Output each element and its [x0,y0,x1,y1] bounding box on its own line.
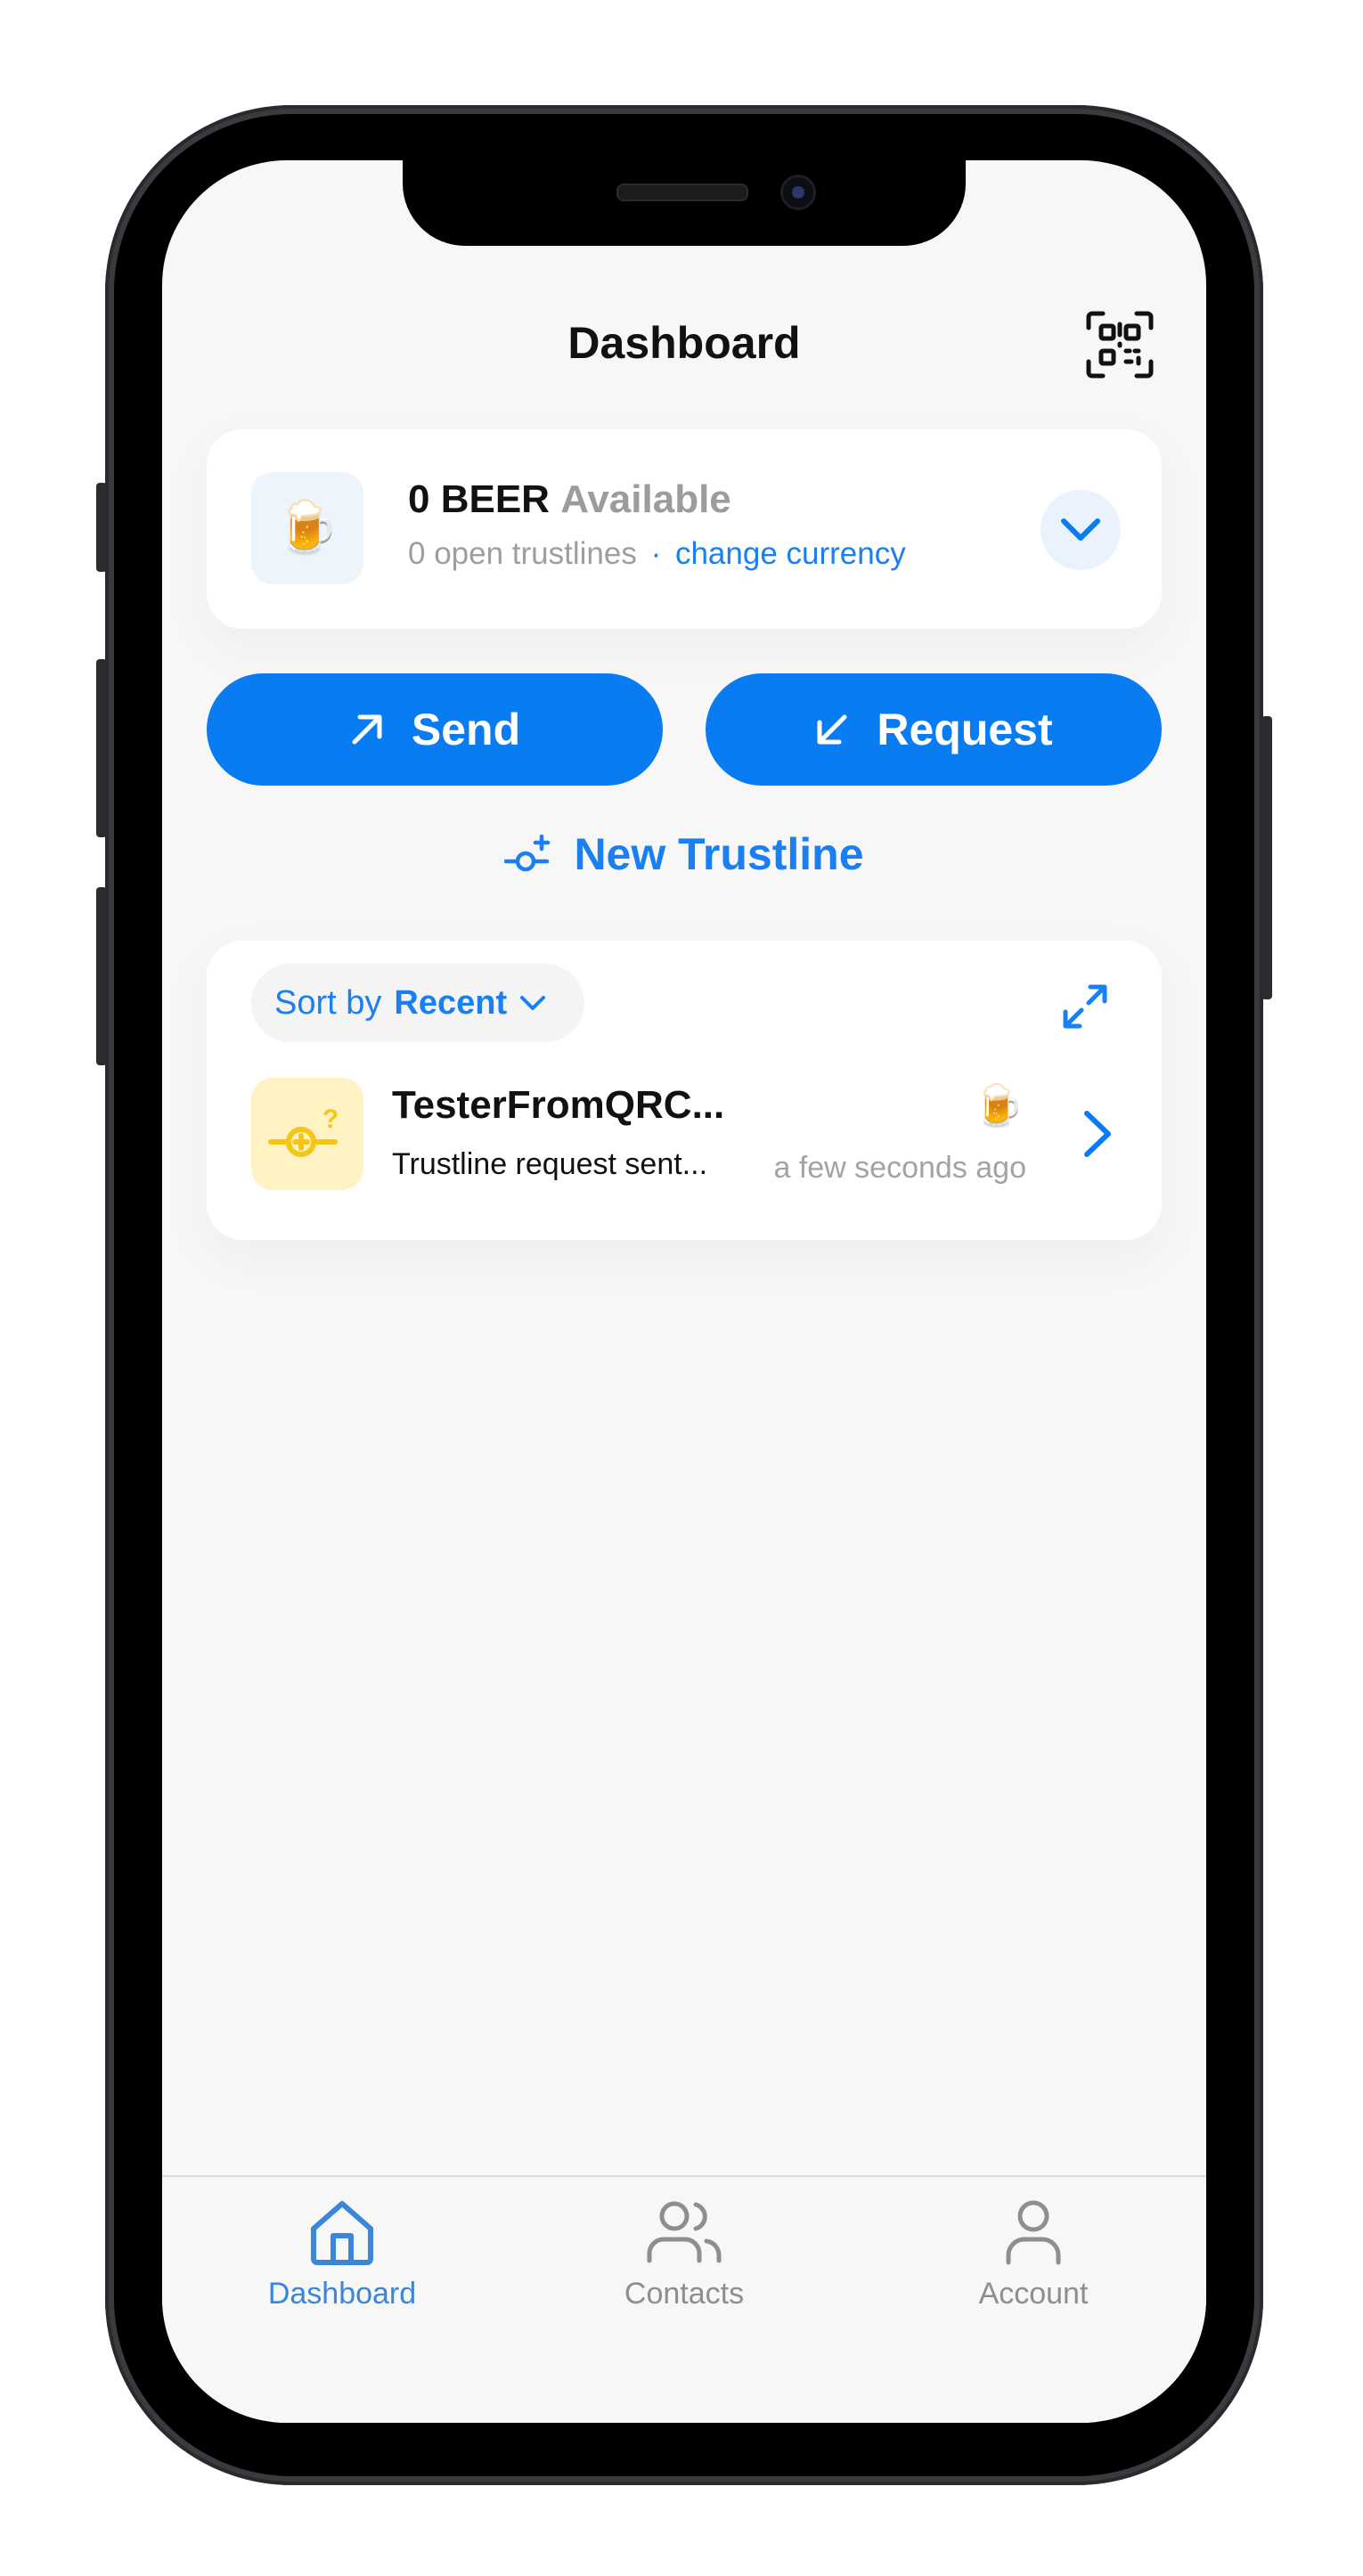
send-button[interactable]: Send [207,673,663,786]
new-trustline-label: New Trustline [574,829,864,879]
balance-card[interactable]: 🍺 0 BEER Available 0 open trustlines · c… [207,429,1162,629]
sort-value: Recent [394,983,508,1022]
chevron-down-icon [1061,518,1100,541]
tab-bar: Dashboard Contacts Account [162,2175,1206,2423]
expand-currency-button[interactable] [1041,490,1121,570]
home-icon [311,2201,373,2265]
tab-account[interactable]: Account [918,2197,1149,2311]
chevron-right-icon[interactable] [1080,1110,1115,1158]
arrow-down-left-icon [817,714,847,745]
svg-text:?: ? [322,1105,339,1134]
available-label: Available [560,477,731,521]
beer-currency-icon: 🍺 [973,1082,1024,1129]
earpiece-speaker [616,183,748,201]
sort-dropdown[interactable]: Sort by Recent [251,964,584,1042]
arrow-up-right-icon [352,714,382,745]
expand-icon[interactable] [1062,983,1108,1030]
qr-scan-icon[interactable] [1085,310,1155,379]
beer-currency-icon: 🍺 [251,472,363,584]
sort-prefix: Sort by [274,983,382,1022]
new-trustline-button[interactable]: New Trustline [162,828,1206,880]
send-label: Send [411,705,521,754]
pending-trustline-icon: ? [251,1078,363,1190]
list-item[interactable]: ? TesterFromQRC... Trustline request sen… [251,1078,1142,1190]
request-label: Request [877,705,1053,754]
phone-notch [403,160,966,246]
app-screen: Dashboard 🍺 0 BEER Available 0 open trus… [162,160,1206,2423]
tab-account-label: Account [978,2277,1089,2311]
activity-card: Sort by Recent ? TesterFromQRC... Trustl… [207,941,1162,1240]
page-title: Dashboard [567,318,801,368]
chevron-down-icon [520,996,546,1010]
contact-name: TesterFromQRC... [392,1083,725,1127]
open-trustlines-count: 0 open trustlines [408,536,637,571]
tab-dashboard[interactable]: Dashboard [226,2197,458,2311]
tab-dashboard-label: Dashboard [267,2277,417,2311]
balance-amount: 0 BEER [408,477,550,521]
trustline-summary: 0 open trustlines · change currency [408,536,906,572]
separator-dot: · [650,536,662,571]
account-icon [1006,2200,1061,2265]
request-button[interactable]: Request [706,673,1162,786]
change-currency-link[interactable]: change currency [675,536,906,571]
contacts-icon [647,2201,722,2263]
timestamp: a few seconds ago [773,1151,1026,1185]
front-camera [780,175,816,210]
balance-line: 0 BEER Available [408,477,731,522]
trustline-status: Trustline request sent... [392,1147,708,1181]
tab-contacts[interactable]: Contacts [568,2197,800,2311]
tab-contacts-label: Contacts [624,2277,745,2311]
add-trustline-icon [504,834,551,872]
